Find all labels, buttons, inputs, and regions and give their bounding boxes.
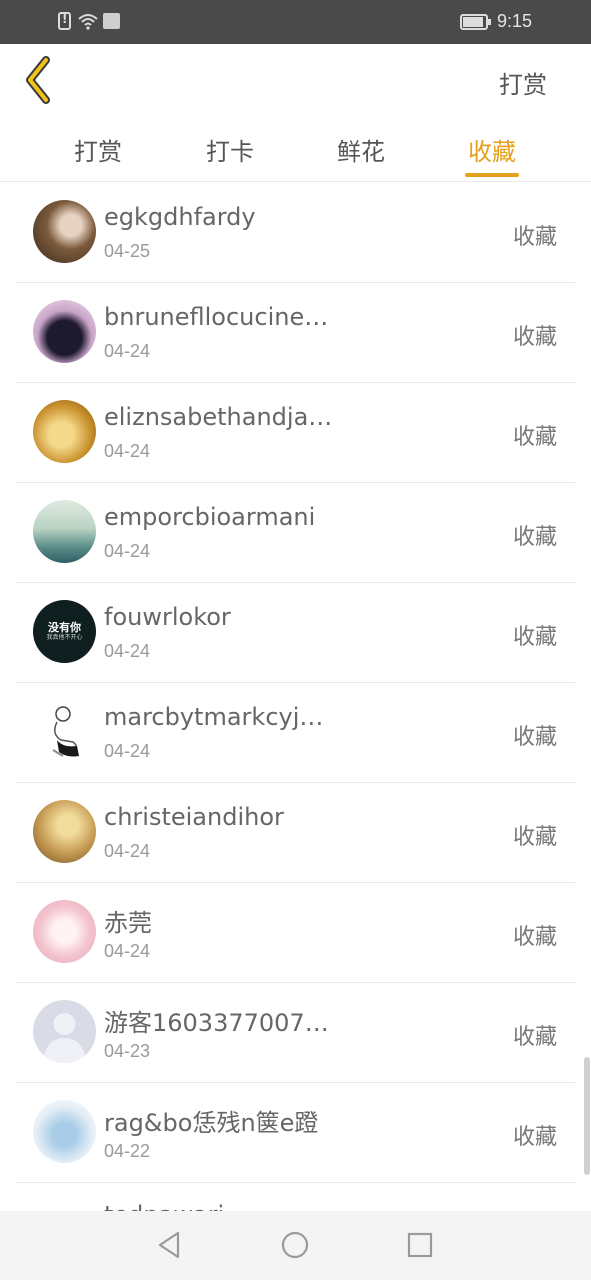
action-label: 收藏: [512, 1025, 557, 1050]
user-name: christeiandihor: [104, 803, 284, 831]
system-nav-bar: [0, 1211, 591, 1280]
list-item[interactable]: christeiandihor 04-24 收藏: [0, 783, 591, 883]
list-item[interactable]: rag&bo恁残n箧e蹬 04-22 收藏: [0, 1083, 591, 1183]
back-button[interactable]: [18, 54, 62, 106]
user-name: marcbytmarkcyjacobs: [104, 703, 336, 731]
user-name: 赤莞: [104, 909, 152, 937]
default-avatar-icon: [43, 1013, 86, 1063]
item-date: 04-24: [104, 341, 151, 361]
user-name: emporcbioarmani: [104, 503, 316, 531]
item-date: 04-24: [104, 741, 151, 761]
avatar[interactable]: [33, 700, 96, 763]
action-label: 收藏: [512, 825, 557, 850]
avatar-text: 没有你: [48, 621, 81, 634]
battery-icon: [460, 14, 491, 30]
item-date: 04-24: [104, 441, 151, 461]
avatar[interactable]: [33, 500, 96, 563]
user-name: egkgdhfardy: [104, 203, 256, 231]
item-date: 04-25: [104, 241, 151, 261]
avatar[interactable]: 没有你 我真他不开心: [33, 600, 96, 663]
list-item[interactable]: 没有你 我真他不开心 fouwrlokor 04-24 收藏: [0, 583, 591, 683]
item-date: 04-24: [104, 841, 151, 861]
avatar[interactable]: [33, 900, 96, 963]
chevron-left-icon: [26, 56, 50, 104]
avatar[interactable]: [33, 200, 96, 263]
user-name: rag&bo恁残n箧e蹬: [104, 1109, 319, 1137]
scrollbar[interactable]: [584, 1057, 590, 1175]
list-item[interactable]: 游客1603377007… 04-23 收藏: [0, 983, 591, 1083]
reward-button[interactable]: 打赏: [499, 65, 547, 100]
tab-favorites[interactable]: 收藏: [452, 132, 532, 167]
list-item[interactable]: egkgdhfardy 04-25 收藏: [0, 183, 591, 283]
item-date: 04-23: [104, 1041, 151, 1061]
action-label: 收藏: [512, 425, 557, 450]
next-user-name-partial: tedpawari: [104, 1203, 224, 1211]
tab-checkin[interactable]: 打卡: [190, 132, 270, 167]
nav-back-icon[interactable]: [152, 1227, 188, 1263]
list-item[interactable]: eliznsabethandjames 04-24 收藏: [0, 383, 591, 483]
avatar[interactable]: [33, 800, 96, 863]
favorites-list[interactable]: egkgdhfardy 04-25 收藏 bnruneflloсucinegro…: [0, 183, 591, 1211]
action-label: 收藏: [512, 325, 557, 350]
user-name: 游客1603377007…: [104, 1009, 329, 1037]
item-date: 04-24: [104, 541, 151, 561]
avatar[interactable]: [33, 300, 96, 363]
list-item[interactable]: bnruneflloсucinegroo 04-24 收藏: [0, 283, 591, 383]
action-label: 收藏: [512, 1125, 557, 1150]
avatar[interactable]: [33, 400, 96, 463]
action-label: 收藏: [512, 525, 557, 550]
action-label: 收藏: [512, 225, 557, 250]
action-label: 收藏: [512, 625, 557, 650]
user-name: eliznsabethandjames: [104, 403, 336, 431]
sms-icon: [103, 13, 120, 29]
user-name: fouwrlokor: [104, 603, 231, 631]
status-bar: 9:15: [0, 0, 591, 44]
list-item[interactable]: emporcbioarmani 04-24 收藏: [0, 483, 591, 583]
item-date: 04-24: [104, 641, 151, 661]
action-label: 收藏: [512, 925, 557, 950]
nav-home-icon[interactable]: [277, 1227, 313, 1263]
alert-icon: [58, 12, 71, 30]
action-label: 收藏: [512, 725, 557, 750]
wifi-icon: [78, 14, 98, 30]
status-time: 9:15: [497, 11, 533, 31]
user-name: bnruneflloсucinegroo: [104, 303, 336, 331]
active-tab-indicator: [465, 173, 519, 177]
figure-illustration-icon: [52, 706, 79, 757]
header: 打赏: [0, 44, 591, 116]
item-date: 04-24: [104, 941, 151, 961]
avatar-subtext: 我真他不开心: [46, 634, 83, 641]
item-date: 04-22: [104, 1141, 151, 1161]
avatar[interactable]: [33, 1100, 96, 1163]
nav-recent-icon[interactable]: [402, 1227, 438, 1263]
tab-flowers[interactable]: 鲜花: [321, 132, 401, 167]
list-item[interactable]: marcbytmarkcyjacobs 04-24 收藏: [0, 683, 591, 783]
avatar[interactable]: [33, 1000, 96, 1063]
tab-reward[interactable]: 打赏: [58, 132, 138, 167]
list-item[interactable]: 赤莞 04-24 收藏: [0, 883, 591, 983]
tab-bar: 打赏 打卡 鲜花 收藏: [0, 118, 591, 182]
